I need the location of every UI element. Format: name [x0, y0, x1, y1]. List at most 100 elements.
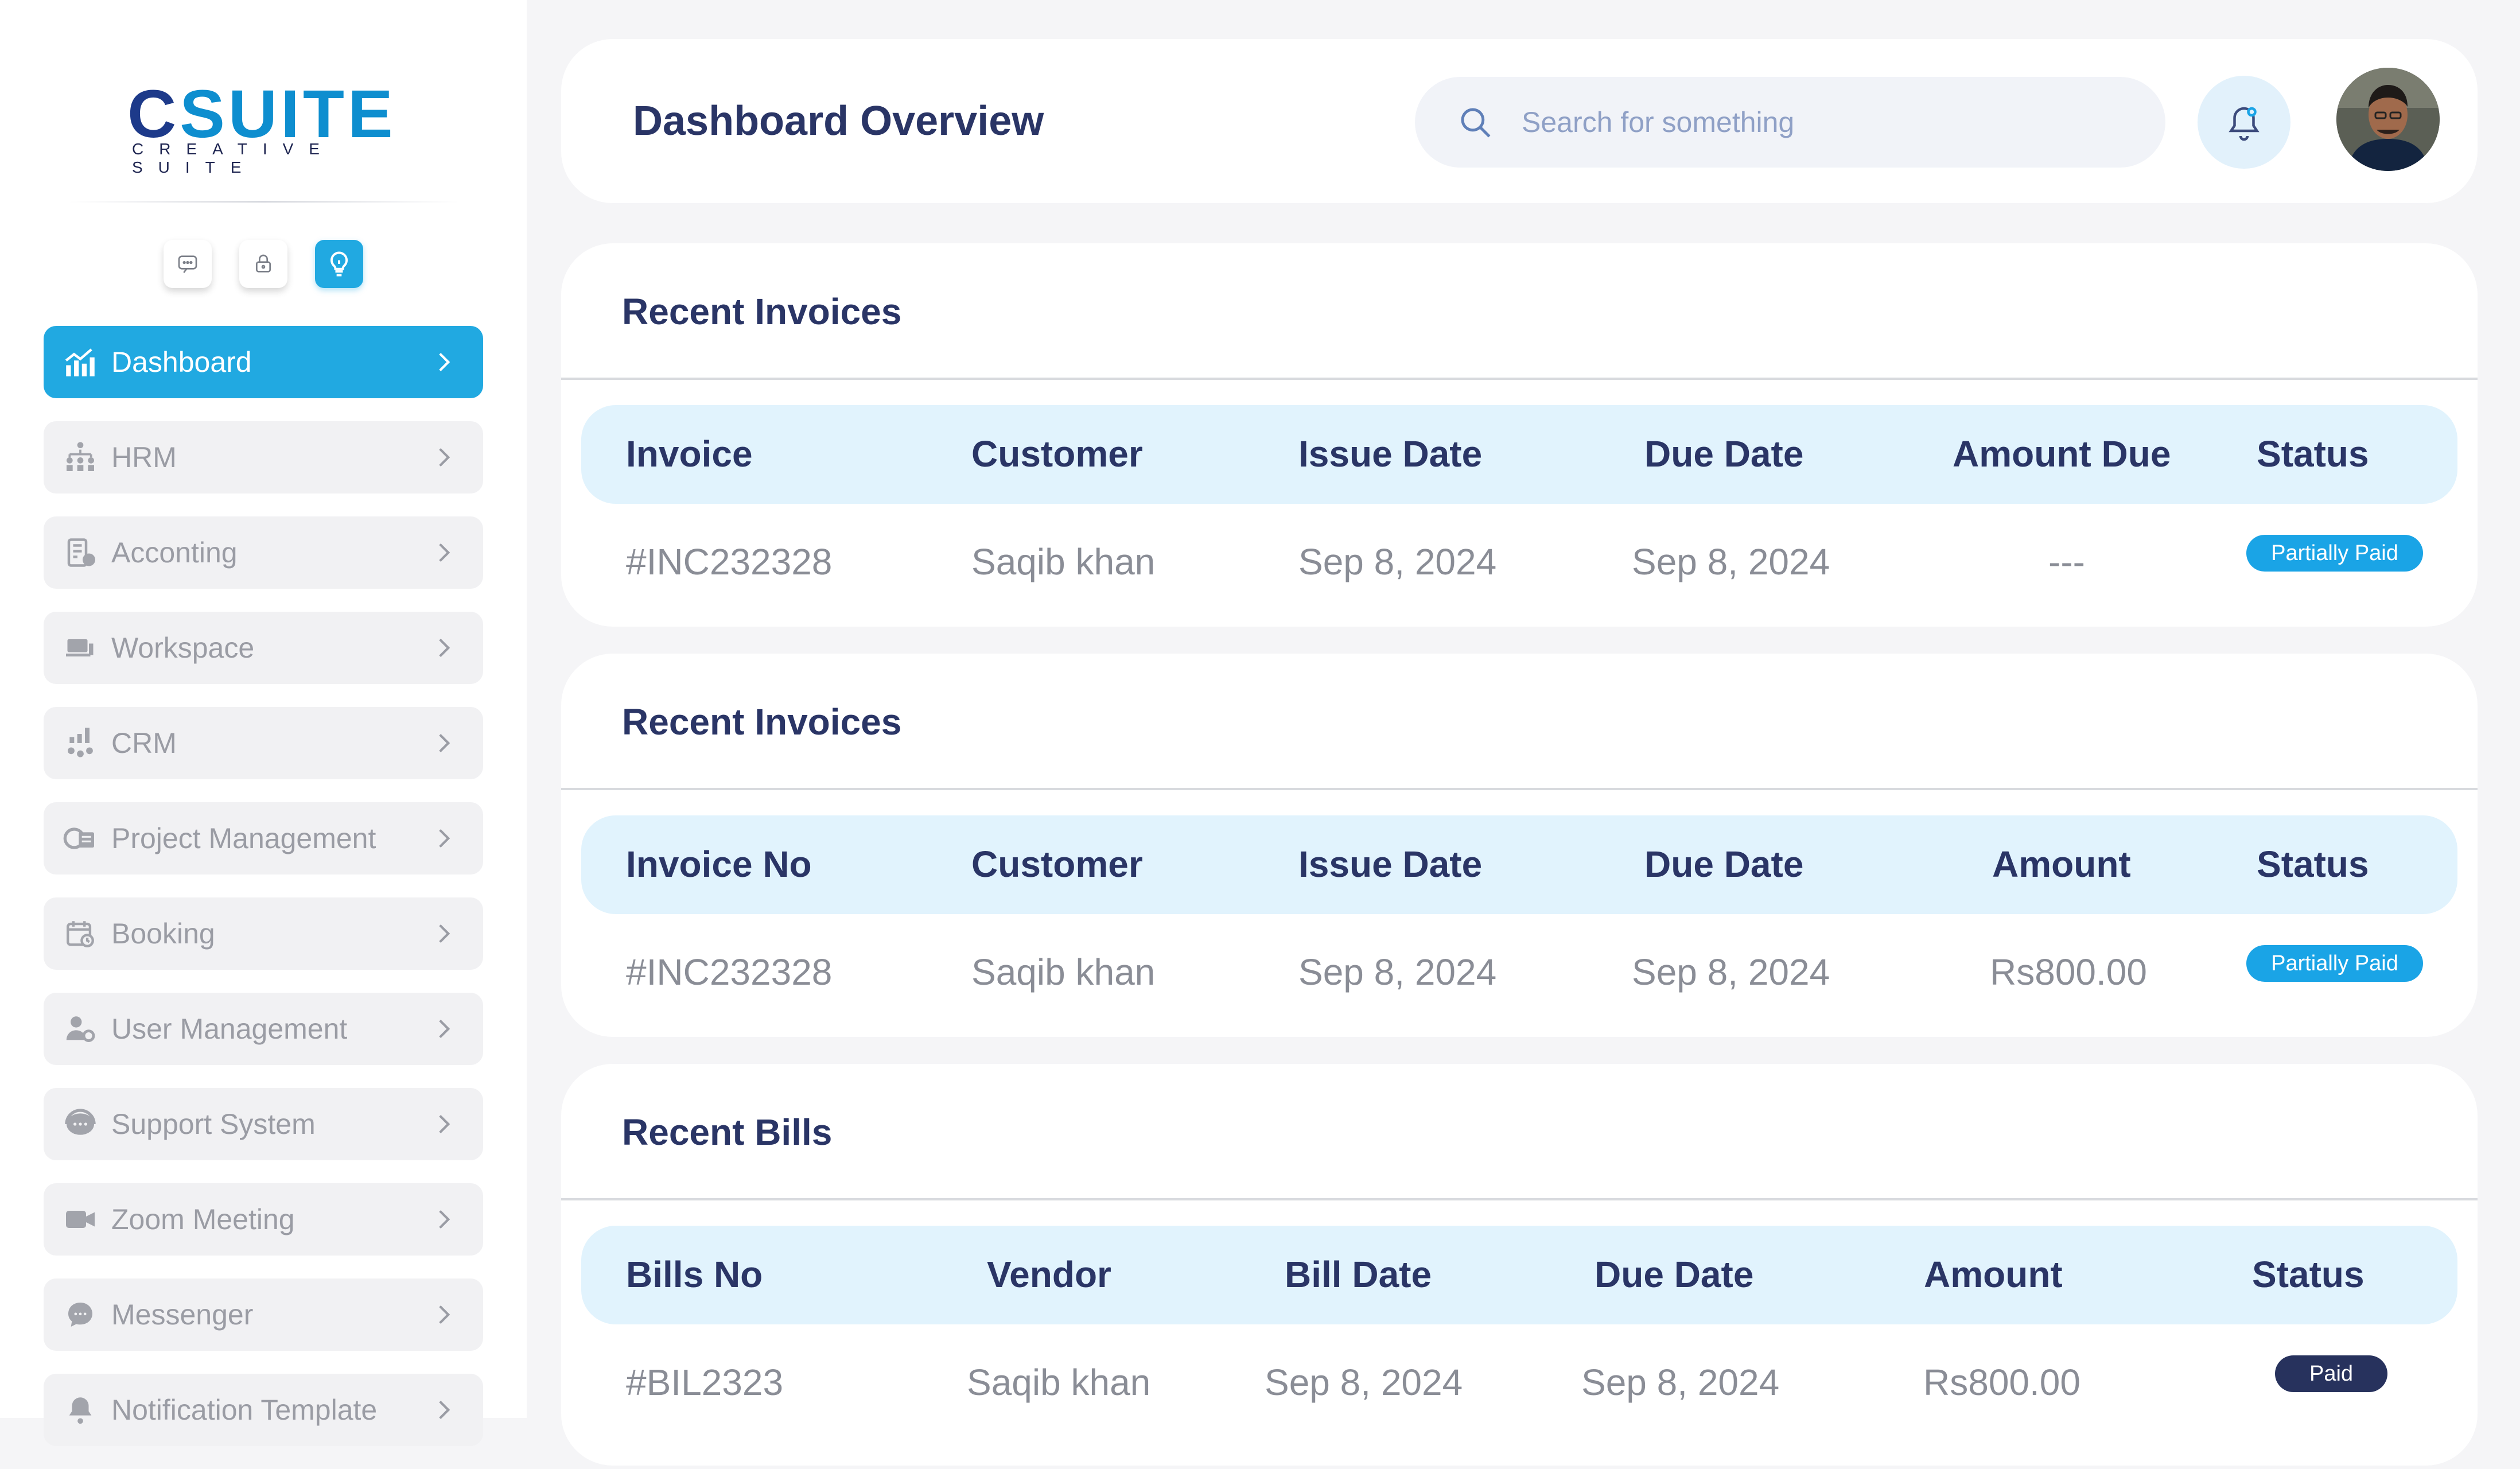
column-header: Amount: [1924, 1254, 2063, 1295]
divider: [69, 201, 459, 203]
idea-bulb-icon: [330, 251, 348, 277]
sidebar-item-acconting[interactable]: Acconting: [44, 516, 483, 589]
recent-invoices-card: Recent Invoices Invoice Customer Issue D…: [561, 243, 2478, 627]
invoice-no-cell: #INC232328: [626, 951, 833, 993]
due-date-cell: Sep 8, 2024: [1632, 541, 1830, 582]
notifications-button[interactable]: [2198, 76, 2290, 169]
sidebar-item-label: Booking: [111, 918, 215, 950]
column-header: Bill Date: [1285, 1254, 1432, 1295]
sidebar-item-workspace[interactable]: Workspace: [44, 612, 483, 684]
card-title: Recent Invoices: [622, 701, 902, 743]
invoice-cell: #INC232328: [626, 541, 833, 582]
column-header: Issue Date: [1298, 844, 1483, 885]
issue-date-cell: Sep 8, 2024: [1298, 951, 1497, 993]
column-header: Issue Date: [1298, 433, 1483, 475]
column-header: Status: [2252, 1254, 2365, 1295]
sidebar-item-label: User Management: [111, 1013, 348, 1045]
bill-date-cell: Sep 8, 2024: [1265, 1362, 1463, 1403]
chevron-right-icon: [439, 1210, 450, 1229]
sidebar-item-booking[interactable]: Booking: [44, 897, 483, 970]
column-header: Customer: [971, 433, 1143, 475]
column-header: Invoice: [626, 433, 753, 475]
sidebar-item-crm[interactable]: CRM: [44, 707, 483, 779]
card-title: Recent Invoices: [622, 291, 902, 332]
status-badge: Partially Paid: [2246, 535, 2423, 572]
customer-cell: Saqib khan: [971, 541, 1156, 582]
sidebar-item-zoom-meeting[interactable]: Zoom Meeting: [44, 1183, 483, 1256]
sidebar-item-label: Dashboard: [111, 346, 252, 378]
chevron-right-icon: [439, 352, 450, 372]
column-header: Due Date: [1644, 433, 1804, 475]
divider: [561, 788, 2478, 790]
card-title: Recent Bills: [622, 1112, 833, 1153]
chart-icon: [60, 341, 101, 383]
column-header: Amount Due: [1953, 433, 2171, 475]
org-chart-icon: [60, 437, 101, 478]
calendar-icon: [60, 913, 101, 954]
chevron-right-icon: [439, 1019, 450, 1039]
search-input[interactable]: [1520, 100, 2120, 145]
column-header: Status: [2257, 844, 2369, 885]
sidebar-item-label: Notification Template: [111, 1394, 378, 1426]
chevron-right-icon: [439, 1114, 450, 1134]
chevron-right-icon: [439, 638, 450, 658]
avatar[interactable]: [2336, 68, 2440, 171]
sidebar-item-hrm[interactable]: HRM: [44, 421, 483, 493]
brand-logo[interactable]: CSUITE CREATIVE SUITE: [127, 80, 393, 176]
sidebar-item-project-management[interactable]: Project Management: [44, 802, 483, 875]
column-header: Vendor: [987, 1254, 1111, 1295]
sidebar-item-label: Acconting: [111, 537, 238, 569]
column-header: Customer: [971, 844, 1143, 885]
column-header: Due Date: [1595, 1254, 1754, 1295]
chevron-right-icon: [439, 829, 450, 848]
messenger-icon: [60, 1294, 101, 1335]
amount-due-cell: ---: [2048, 541, 2085, 582]
search-bar[interactable]: [1415, 77, 2165, 168]
customer-cell: Saqib khan: [971, 951, 1156, 993]
bell-icon: [2229, 107, 2260, 141]
vendor-cell: Saqib khan: [967, 1362, 1151, 1403]
chevron-right-icon: [439, 924, 450, 943]
sidebar-item-notification-template[interactable]: Notification Template: [44, 1374, 483, 1446]
column-header: Status: [2257, 433, 2369, 475]
top-header: Dashboard Overview: [561, 39, 2478, 203]
column-header: Bills No: [626, 1254, 763, 1295]
amount-cell: Rs800.00: [1990, 951, 2147, 993]
sidebar-item-dashboard[interactable]: Dashboard: [44, 326, 483, 398]
recent-bills-card: Recent Bills Bills No Vendor Bill Date D…: [561, 1064, 2478, 1466]
divider: [561, 1198, 2478, 1200]
crm-icon: [60, 722, 101, 764]
due-date-cell: Sep 8, 2024: [1581, 1362, 1780, 1403]
sidebar-item-label: Workspace: [111, 632, 255, 664]
accounting-icon: [60, 532, 101, 573]
status-badge: Paid: [2275, 1355, 2387, 1392]
sidebar-item-label: Messenger: [111, 1299, 254, 1331]
sidebar-item-label: HRM: [111, 441, 177, 473]
project-icon: [60, 818, 101, 859]
chevron-right-icon: [439, 733, 450, 753]
recent-invoices-card-2: Recent Invoices Invoice No Customer Issu…: [561, 654, 2478, 1037]
video-icon: [60, 1199, 101, 1240]
chevron-right-icon: [439, 543, 450, 562]
sidebar-item-support-system[interactable]: Support System: [44, 1088, 483, 1160]
sidebar-item-label: CRM: [111, 727, 177, 759]
workspace-icon: [60, 627, 101, 669]
sidebar-item-messenger[interactable]: Messenger: [44, 1278, 483, 1351]
chevron-right-icon: [439, 1305, 450, 1324]
table-header: Bills No Vendor Bill Date Due Date Amoun…: [581, 1226, 2457, 1324]
support-icon: [60, 1103, 101, 1145]
idea-button[interactable]: [315, 240, 363, 288]
user-gear-icon: [60, 1008, 101, 1050]
amount-cell: Rs800.00: [1923, 1362, 2080, 1403]
status-badge: Partially Paid: [2246, 945, 2423, 982]
sidebar-item-user-management[interactable]: User Management: [44, 993, 483, 1065]
divider: [561, 378, 2478, 380]
search-icon: [1461, 108, 1491, 138]
chat-button[interactable]: [164, 240, 212, 288]
issue-date-cell: Sep 8, 2024: [1298, 541, 1497, 582]
table-header: Invoice No Customer Issue Date Due Date …: [581, 815, 2457, 914]
bill-no-cell: #BIL2323: [626, 1362, 784, 1403]
lock-icon: [256, 254, 271, 273]
lock-button[interactable]: [239, 240, 287, 288]
sidebar: CSUITE CREATIVE SUITE Dashboard HRM Acco…: [0, 0, 527, 1446]
